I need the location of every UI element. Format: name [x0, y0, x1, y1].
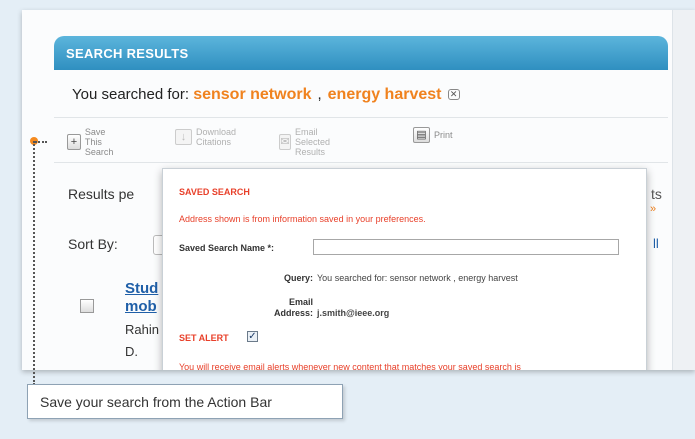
saved-search-name-label: Saved Search Name *: [179, 243, 275, 253]
search-results-header: SEARCH RESULTS [54, 36, 668, 70]
email-label-line1: Email Selected [295, 127, 331, 147]
divider [54, 162, 668, 163]
expand-link[interactable]: » [650, 203, 656, 215]
results-per-page-label: Results pe [68, 186, 135, 202]
result-title-link[interactable]: Stud [125, 280, 158, 297]
select-all-link[interactable]: ll [653, 236, 659, 251]
close-icon[interactable]: ✕ [447, 89, 460, 100]
save-label-line2: Search [84, 147, 114, 157]
email-value: j.smith@ieee.org [317, 308, 390, 318]
query-value: You searched for: sensor network , energ… [317, 273, 518, 283]
print-label: Print [434, 130, 453, 140]
dialog-title: SAVED SEARCH [179, 187, 250, 197]
download-label-line1: Download [196, 127, 237, 137]
scroll-edge [672, 10, 695, 370]
search-term[interactable]: sensor network [193, 86, 311, 103]
alert-description: You will receive email alerts whenever n… [179, 362, 521, 370]
set-alert-label: SET ALERT [179, 333, 229, 343]
result-authors: Rahin [125, 322, 159, 337]
email-label-line2: Results [295, 147, 326, 157]
download-icon: ↓ [175, 129, 192, 145]
saved-search-name-input[interactable] [313, 239, 619, 255]
download-label-line2: Citations [196, 137, 232, 147]
screenshot-frame: SEARCH RESULTS You searched for: sensor … [22, 10, 695, 370]
dialog-note: Address shown is from information saved … [179, 214, 426, 224]
email-label-line2: Address: [273, 308, 313, 318]
saved-search-dialog: SAVED SEARCH Address shown is from infor… [162, 168, 647, 370]
results-count-fragment: ts [651, 186, 662, 202]
envelope-icon: ✉ [279, 134, 291, 150]
print-button[interactable]: ▤ Print [413, 127, 453, 143]
result-authors: D. [125, 344, 138, 359]
save-search-button[interactable]: + Save This Search [67, 127, 117, 157]
searched-prefix: You searched for: [72, 86, 190, 103]
search-term[interactable]: energy harvest [328, 86, 442, 103]
sort-by-label: Sort By: [68, 236, 118, 252]
searched-for-line: You searched for: sensor network, energy … [72, 86, 460, 104]
email-selected-button[interactable]: ✉ Email Selected Results [279, 127, 335, 157]
printer-icon: ▤ [413, 127, 430, 143]
result-checkbox[interactable] [80, 299, 94, 313]
plus-icon: + [67, 134, 81, 150]
result-title-link[interactable]: mob [125, 298, 157, 315]
divider [54, 117, 668, 118]
save-label-line1: Save This [84, 127, 106, 147]
callout-connector [35, 141, 47, 143]
query-label: Query: [283, 273, 313, 283]
set-alert-checkbox[interactable]: ✓ [247, 331, 258, 342]
page-title: SEARCH RESULTS [66, 46, 189, 61]
download-citations-button[interactable]: ↓ Download Citations [175, 127, 236, 147]
term-separator: , [317, 86, 322, 103]
callout-connector [33, 141, 35, 385]
email-label-line1: Email [288, 297, 313, 307]
callout-caption: Save your search from the Action Bar [27, 384, 343, 419]
